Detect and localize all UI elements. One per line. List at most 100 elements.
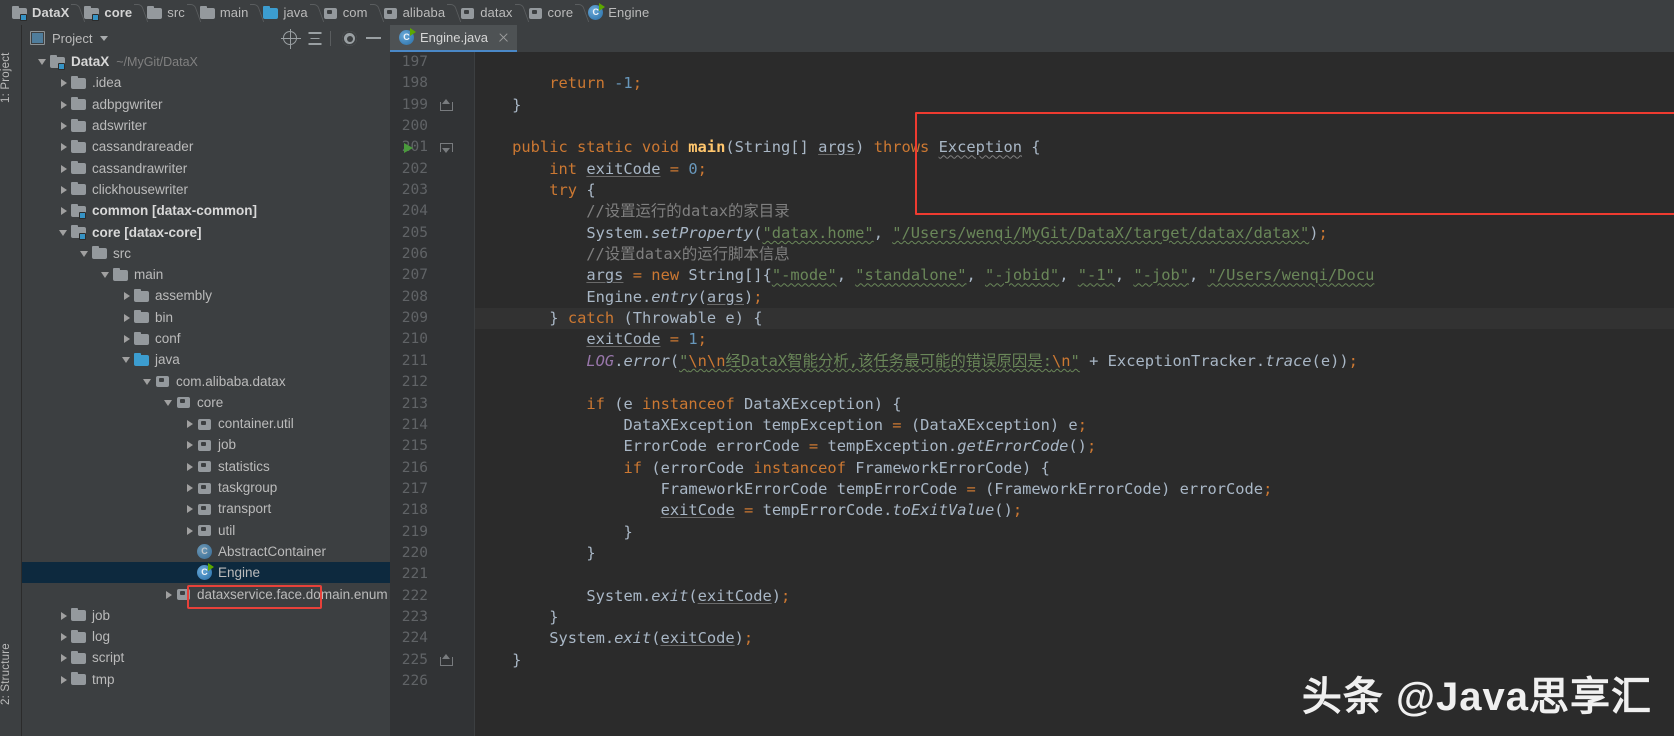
tree-node-cassandrawriter[interactable]: cassandrawriter — [22, 157, 390, 178]
code-line[interactable]: } — [475, 522, 1674, 543]
tree-expand-arrow-closed[interactable] — [57, 162, 70, 175]
tree-expand-arrow-closed[interactable] — [57, 140, 70, 153]
code-content[interactable]: return -1; } public static void main(Str… — [475, 52, 1674, 736]
code-line[interactable]: ErrorCode errorCode = tempException.getE… — [475, 436, 1674, 457]
tree-expand-arrow-closed[interactable] — [57, 183, 70, 196]
collapse-all-icon[interactable] — [303, 27, 325, 49]
tree-node-statistics[interactable]: statistics — [22, 456, 390, 477]
tree-expand-arrow-closed[interactable] — [183, 481, 196, 494]
tree-node-.idea[interactable]: .idea — [22, 72, 390, 93]
code-line[interactable]: DataXException tempException = (DataXExc… — [475, 415, 1674, 436]
close-icon[interactable] — [498, 32, 509, 43]
tree-node-conf[interactable]: conf — [22, 328, 390, 349]
tree-expand-arrow-open[interactable] — [99, 268, 112, 281]
code-line[interactable]: return -1; — [475, 73, 1674, 94]
code-line[interactable] — [475, 372, 1674, 393]
tree-node-script[interactable]: script — [22, 647, 390, 668]
code-line[interactable]: //设置运行的datax的家目录 — [475, 201, 1674, 222]
tree-expand-arrow-closed[interactable] — [57, 609, 70, 622]
tree-expand-arrow-closed[interactable] — [57, 651, 70, 664]
code-line[interactable]: System.exit(exitCode); — [475, 628, 1674, 649]
breadcrumb-item-java[interactable]: java — [261, 0, 311, 25]
tree-node-transport[interactable]: transport — [22, 498, 390, 519]
tree-node-clickhousewriter[interactable]: clickhousewriter — [22, 179, 390, 200]
run-gutter-icon[interactable] — [404, 143, 413, 154]
tree-expand-arrow-open[interactable] — [141, 375, 154, 388]
code-line[interactable]: } catch (Throwable e) { — [475, 308, 1674, 330]
tree-expand-arrow-closed[interactable] — [57, 119, 70, 132]
tree-expand-arrow-closed[interactable] — [57, 673, 70, 686]
tree-node-job[interactable]: job — [22, 605, 390, 626]
tree-expand-arrow-open[interactable] — [120, 353, 133, 366]
tree-node-core[interactable]: core — [22, 392, 390, 413]
code-line[interactable]: System.exit(exitCode); — [475, 586, 1674, 607]
breadcrumb-item-datax[interactable]: DataX — [10, 0, 73, 25]
code-line[interactable]: int exitCode = 0; — [475, 159, 1674, 180]
tree-expand-arrow-open[interactable] — [57, 226, 70, 239]
tree-node-datax[interactable]: DataX ~/MyGit/DataX — [22, 51, 390, 72]
tree-node-adbpgwriter[interactable]: adbpgwriter — [22, 94, 390, 115]
tree-node-assembly[interactable]: assembly — [22, 285, 390, 306]
tree-expand-arrow-closed[interactable] — [57, 76, 70, 89]
tree-expand-arrow-closed[interactable] — [162, 588, 175, 601]
code-line[interactable]: try { — [475, 180, 1674, 201]
breadcrumb-item-core[interactable]: core — [82, 0, 136, 25]
tree-expand-arrow-open[interactable] — [36, 55, 49, 68]
code-line[interactable]: if (errorCode instanceof FrameworkErrorC… — [475, 458, 1674, 479]
tree-node-cassandrareader[interactable]: cassandrareader — [22, 136, 390, 157]
tree-node-abstractcontainer[interactable]: AbstractContainer — [22, 541, 390, 562]
tree-node-src[interactable]: src — [22, 243, 390, 264]
tree-node-util[interactable]: util — [22, 520, 390, 541]
locate-icon[interactable] — [279, 27, 301, 49]
code-line[interactable]: } — [475, 95, 1674, 116]
code-line[interactable]: if (e instanceof DataXException) { — [475, 394, 1674, 415]
breadcrumb-item-engine[interactable]: Engine — [586, 0, 653, 25]
hide-icon[interactable] — [362, 27, 384, 49]
code-line[interactable]: System.setProperty("datax.home", "/Users… — [475, 223, 1674, 244]
tree-node-job[interactable]: job — [22, 434, 390, 455]
code-line[interactable] — [475, 52, 1674, 73]
tree-node-core[interactable]: core [datax-core] — [22, 221, 390, 242]
tree-expand-arrow-closed[interactable] — [183, 502, 196, 515]
chevron-down-icon[interactable] — [100, 35, 109, 41]
tree-node-adswriter[interactable]: adswriter — [22, 115, 390, 136]
breadcrumb-item-src[interactable]: src — [145, 0, 189, 25]
tree-expand-arrow-closed[interactable] — [57, 98, 70, 111]
tree-expand-arrow-closed[interactable] — [183, 417, 196, 430]
code-line[interactable] — [475, 564, 1674, 585]
tool-window-button-structure[interactable]: 2: Structure — [0, 626, 22, 722]
code-line[interactable]: } — [475, 543, 1674, 564]
tree-node-log[interactable]: log — [22, 626, 390, 647]
settings-icon[interactable] — [338, 27, 360, 49]
tool-window-button-project[interactable]: 1: Project — [0, 33, 22, 123]
code-line[interactable]: //设置datax的运行脚本信息 — [475, 244, 1674, 265]
code-viewport[interactable]: 197 198 199 200 201 202 203 204 205 206 207 208 209 2… — [390, 52, 1674, 736]
fold-marker-collapse[interactable] — [440, 142, 453, 154]
tree-node-main[interactable]: main — [22, 264, 390, 285]
code-line[interactable]: Engine.entry(args); — [475, 287, 1674, 308]
breadcrumb-item-core[interactable]: core — [526, 0, 578, 25]
tree-node-container.util[interactable]: container.util — [22, 413, 390, 434]
tree-node-tmp[interactable]: tmp — [22, 669, 390, 690]
fold-marker-expand[interactable] — [440, 98, 453, 111]
tree-node-com.alibaba.datax[interactable]: com.alibaba.datax — [22, 370, 390, 391]
code-line[interactable] — [475, 116, 1674, 137]
tree-expand-arrow-closed[interactable] — [120, 311, 133, 324]
tree-node-taskgroup[interactable]: taskgroup — [22, 477, 390, 498]
tree-expand-arrow-closed[interactable] — [57, 630, 70, 643]
tree-expand-arrow-closed[interactable] — [57, 204, 70, 217]
tree-expand-arrow-closed[interactable] — [183, 524, 196, 537]
editor-gutter[interactable]: 197 198 199 200 201 202 203 204 205 206 207 208 209 2… — [390, 52, 475, 736]
fold-marker-expand[interactable] — [440, 653, 453, 666]
editor-tab-engine-java[interactable]: Engine.java — [390, 25, 517, 52]
tree-node-bin[interactable]: bin — [22, 307, 390, 328]
project-tree[interactable]: DataX ~/MyGit/DataX .idea adbpgwriter adswri… — [22, 51, 390, 736]
code-line[interactable]: exitCode = 1; — [475, 329, 1674, 350]
tree-node-java[interactable]: java — [22, 349, 390, 370]
tree-expand-arrow-closed[interactable] — [183, 438, 196, 451]
code-line[interactable]: LOG.error("\n\n经DataX智能分析,该任务最可能的错误原因是:\… — [475, 351, 1674, 372]
tree-node-engine[interactable]: Engine — [22, 562, 390, 584]
tree-expand-arrow-open[interactable] — [78, 247, 91, 260]
tree-expand-arrow-open[interactable] — [162, 396, 175, 409]
tree-expand-arrow-closed[interactable] — [120, 289, 133, 302]
